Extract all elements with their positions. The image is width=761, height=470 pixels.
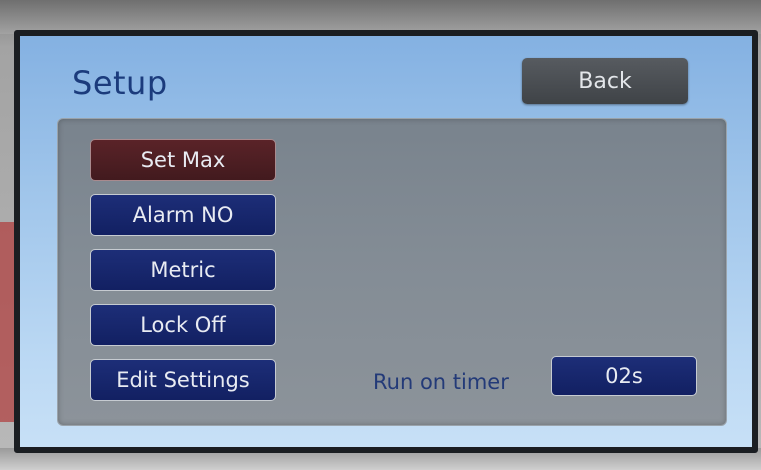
edit-settings-button[interactable]: Edit Settings <box>90 359 276 401</box>
page-title: Setup <box>72 64 168 102</box>
alarm-button[interactable]: Alarm NO <box>90 194 276 236</box>
settings-panel: Set Max Alarm NO Metric Lock Off Edit Se… <box>57 118 727 426</box>
set-max-button[interactable]: Set Max <box>90 139 276 181</box>
run-on-timer-value-button[interactable]: 02s <box>551 356 697 396</box>
device-bezel-top <box>0 0 761 34</box>
device-bezel-accent <box>0 222 14 422</box>
touch-screen: Setup Back Set Max Alarm NO Metric Lock … <box>14 30 758 453</box>
metric-button[interactable]: Metric <box>90 249 276 291</box>
run-on-timer-label: Run on timer <box>373 370 509 394</box>
lock-button[interactable]: Lock Off <box>90 304 276 346</box>
back-button[interactable]: Back <box>522 58 688 104</box>
